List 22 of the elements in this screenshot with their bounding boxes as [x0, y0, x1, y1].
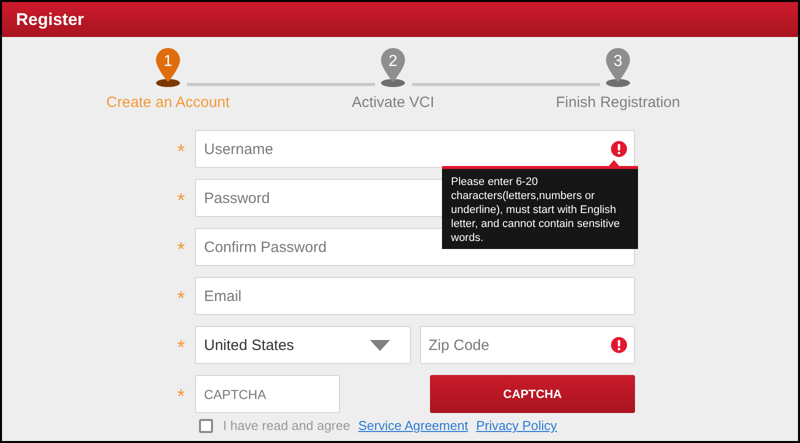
caret-icon: [370, 340, 390, 350]
input-field[interactable]: Email: [195, 277, 635, 315]
input-field[interactable]: Zip Code: [420, 326, 635, 364]
agreement-link[interactable]: Privacy Policy: [476, 418, 557, 433]
required-asterisk: *: [176, 336, 186, 360]
required-asterisk: *: [176, 140, 186, 164]
step-label: Create an Account: [106, 94, 230, 111]
required-asterisk: *: [176, 188, 186, 212]
checkbox[interactable]: [199, 418, 213, 432]
page-title: Register: [16, 10, 84, 30]
step-label: Finish Registration: [556, 94, 680, 111]
input-field[interactable]: CAPTCHA: [195, 375, 340, 413]
input-field[interactable]: Username: [195, 130, 635, 168]
agreement-link[interactable]: Service Agreement: [358, 418, 468, 433]
agreement-text: I have read and agree: [223, 418, 350, 433]
required-asterisk: *: [176, 384, 186, 408]
required-asterisk: *: [176, 286, 186, 310]
tooltip: Please enter 6-20 characters(letters,numbers or underline), must start with English letter, and cannot contain sensitive words.: [442, 166, 638, 249]
captcha-button[interactable]: CAPTCHA: [430, 375, 635, 413]
country-dropdown[interactable]: United States: [195, 326, 410, 364]
step-label: Activate VCI: [352, 94, 434, 111]
required-asterisk: *: [176, 238, 186, 262]
